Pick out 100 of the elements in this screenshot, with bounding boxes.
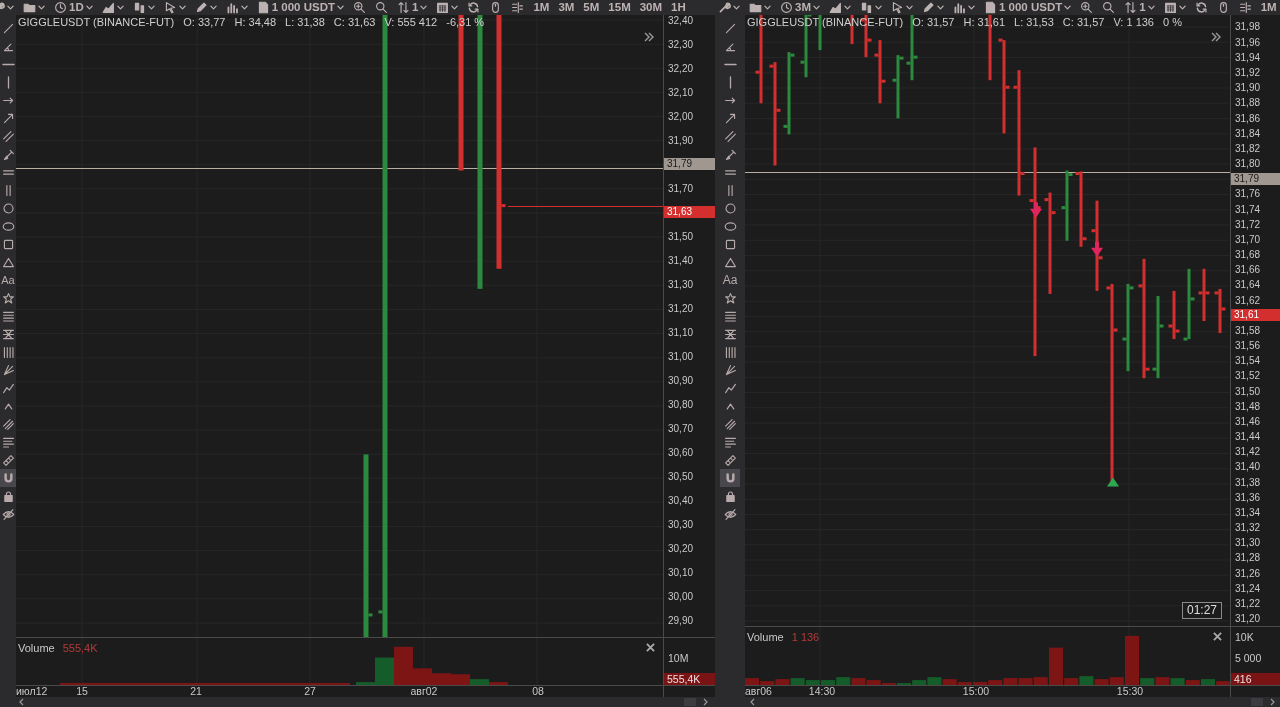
price-label: 31,74 (1234, 202, 1261, 217)
time-label: 15:30 (1116, 686, 1144, 697)
price-label: 31,46 (1234, 414, 1261, 429)
price-label: 31,22 (1234, 597, 1261, 611)
volume-label: 10M (667, 651, 690, 667)
price-label: 31,82 (1234, 141, 1261, 156)
price-label: 31,30 (1234, 536, 1261, 551)
ohlc-value: L: 31,53 (1014, 15, 1054, 29)
dropdown-button[interactable]: 1 000 USDT (255, 0, 345, 15)
price-label: 31,00 (667, 349, 694, 364)
price-label: 31,30 (667, 277, 694, 292)
dropdown-button[interactable]: 1 (1123, 0, 1156, 15)
price-label: 31,92 (1234, 66, 1261, 80)
price-label: 31,56 (1234, 339, 1261, 354)
last-price-label: 31,61 (1231, 309, 1280, 322)
crosshair-price-label: 31,79 (1231, 172, 1280, 185)
time-label: 27 (304, 686, 316, 697)
price-label: 31,86 (1234, 111, 1261, 126)
dropdown-button[interactable]: 1 000 USDT (983, 0, 1073, 15)
price-label: 32,40 (667, 15, 694, 28)
time-label: 14:30 (808, 686, 836, 697)
price-label: 30,50 (667, 470, 694, 485)
last-price-label: 31,63 (664, 206, 715, 219)
ohlc-value: V: 1 136 (1113, 15, 1154, 29)
price-label: 30,60 (667, 446, 694, 461)
price-label: 31,88 (1234, 96, 1261, 111)
price-label: 31,52 (1234, 369, 1261, 384)
price-label: 31,70 (667, 181, 694, 196)
countdown-timer: 01:27 (1181, 602, 1222, 619)
dropdown-button[interactable]: 3M (779, 0, 821, 15)
price-label: 31,50 (1234, 384, 1261, 399)
crosshair-price-label: 31,79 (664, 158, 715, 171)
timeframe-button[interactable]: 1M (532, 0, 551, 15)
price-label: 31,26 (1234, 566, 1261, 581)
time-label: 21 (190, 686, 202, 697)
price-label: 31,68 (1234, 248, 1261, 263)
ohlc-value: C: 31,63 (333, 15, 376, 29)
last-volume-label: 416 (1231, 673, 1280, 685)
price-label: 30,20 (667, 542, 694, 557)
timeframe-button[interactable]: 1H (670, 0, 687, 15)
price-label: 31,40 (667, 253, 694, 268)
price-label: 31,66 (1234, 263, 1261, 278)
timeframe-button[interactable]: 5M (582, 0, 601, 15)
price-label: 31,10 (667, 325, 694, 340)
price-label: 31,28 (1234, 551, 1261, 566)
price-label: 32,10 (667, 85, 694, 100)
price-label: 30,40 (667, 494, 694, 509)
price-label: 31,50 (667, 229, 694, 244)
last-volume-label: 555,4K (664, 673, 715, 685)
volume-label: 10K (1234, 629, 1255, 645)
ohlc-value: 0 % (1163, 15, 1182, 29)
price-label: 31,84 (1234, 126, 1261, 141)
text-tool-button[interactable]: Aa (720, 271, 740, 289)
timeframe-button[interactable]: 1M (1259, 0, 1278, 15)
price-label: 32,30 (667, 37, 694, 52)
volume-title: Volume (18, 641, 55, 656)
price-label: 31,72 (1234, 217, 1261, 232)
volume-value: 1 136 (791, 630, 820, 645)
price-label: 31,98 (1234, 20, 1261, 35)
ohlc-value: H: 34,48 (234, 15, 277, 29)
price-label: 31,48 (1234, 399, 1261, 414)
ohlc-value: C: 31,57 (1062, 15, 1105, 29)
price-label: 31,64 (1234, 278, 1261, 293)
price-label: 31,76 (1234, 187, 1261, 202)
price-label: 31,54 (1234, 354, 1261, 369)
time-label: 08 (532, 686, 544, 697)
timeframe-button[interactable]: 3M (557, 0, 576, 15)
price-label: 31,24 (1234, 581, 1261, 596)
ohlc-value: O: 33,77 (183, 15, 226, 29)
price-label: 31,38 (1234, 475, 1261, 490)
price-label: 30,70 (667, 422, 694, 437)
time-label: 15 (76, 686, 88, 697)
price-label: 31,58 (1234, 323, 1261, 338)
price-label: 31,36 (1234, 490, 1261, 505)
time-label: июл12 (16, 686, 48, 697)
dropdown-button[interactable]: 1 (396, 0, 429, 15)
price-label: 31,96 (1234, 35, 1261, 50)
timeframe-button[interactable]: 30M (638, 0, 664, 15)
price-label: 31,40 (1234, 460, 1261, 475)
text-tool-button[interactable]: Aa (0, 271, 16, 289)
price-label: 29,90 (667, 614, 694, 629)
symbol-label: GIGGLEUSDT (BINANCE-FUT) (18, 15, 175, 29)
price-label: 30,30 (667, 518, 694, 533)
price-label: 31,90 (667, 133, 694, 148)
price-label: 30,90 (667, 374, 694, 388)
price-label: 31,70 (1234, 232, 1261, 247)
price-label: 31,42 (1234, 445, 1261, 460)
price-label: 31,20 (667, 301, 694, 316)
price-label: 30,10 (667, 566, 694, 581)
ohlc-value: L: 31,38 (285, 15, 325, 29)
price-label: 31,32 (1234, 521, 1261, 536)
price-label: 31,62 (1234, 293, 1261, 308)
price-label: 30,80 (667, 398, 694, 412)
price-label: 31,94 (1234, 50, 1261, 65)
time-label: 15:00 (962, 686, 990, 697)
price-label: 32,00 (667, 109, 694, 124)
price-label: 31,80 (1234, 157, 1261, 171)
time-label: авг02 (410, 686, 438, 697)
timeframe-button[interactable]: 15M (607, 0, 632, 15)
dropdown-button[interactable]: 1D (53, 0, 94, 15)
